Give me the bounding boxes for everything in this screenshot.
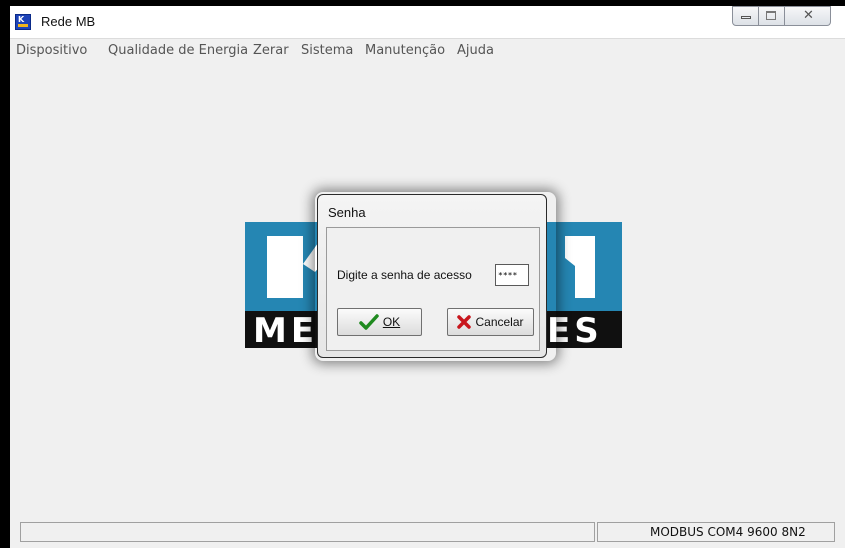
close-button[interactable]: ✕ bbox=[785, 6, 831, 26]
menu-bar: Dispositivo Qualidade de Energia Zerar S… bbox=[10, 38, 845, 61]
menu-ajuda[interactable]: Ajuda bbox=[457, 43, 494, 58]
status-panel-left bbox=[20, 522, 595, 542]
svg-text:ME: ME bbox=[253, 311, 318, 348]
x-icon bbox=[457, 315, 472, 329]
maximize-icon bbox=[766, 11, 776, 20]
menu-zerar[interactable]: Zerar bbox=[253, 43, 289, 58]
status-bar: MODBUS COM4 9600 8N2 bbox=[10, 518, 845, 548]
title-bar: K Rede MB ✕ bbox=[10, 6, 845, 38]
check-icon bbox=[359, 314, 379, 330]
status-panel-connection: MODBUS COM4 9600 8N2 bbox=[597, 522, 835, 542]
dialog-body: Digite a senha de acesso OK Cancelar bbox=[326, 227, 540, 351]
maximize-button[interactable] bbox=[759, 6, 785, 26]
connection-status-text: MODBUS COM4 9600 8N2 bbox=[650, 525, 806, 539]
app-icon: K bbox=[15, 14, 31, 30]
ok-button-label: OK bbox=[382, 315, 401, 329]
password-input[interactable] bbox=[495, 264, 529, 286]
close-icon: ✕ bbox=[803, 8, 814, 23]
cancel-button[interactable]: Cancelar bbox=[447, 308, 534, 336]
ok-button[interactable]: OK bbox=[337, 308, 422, 336]
dialog-title: Senha bbox=[328, 205, 366, 220]
menu-dispositivo[interactable]: Dispositivo bbox=[16, 43, 87, 58]
password-label: Digite a senha de acesso bbox=[337, 268, 472, 282]
menu-manutencao[interactable]: Manutenção bbox=[365, 43, 445, 58]
app-window: K Rede MB ✕ Dispositivo Qualidade de Ene… bbox=[10, 6, 845, 548]
menu-qualidade-de-energia[interactable]: Qualidade de Energia bbox=[108, 43, 248, 58]
password-dialog: Senha Digite a senha de acesso OK Cancel… bbox=[317, 194, 547, 358]
minimize-icon bbox=[741, 16, 751, 19]
minimize-button[interactable] bbox=[732, 6, 759, 26]
menu-sistema[interactable]: Sistema bbox=[301, 43, 353, 58]
window-title: Rede MB bbox=[41, 14, 96, 29]
cancel-button-label: Cancelar bbox=[475, 315, 524, 329]
